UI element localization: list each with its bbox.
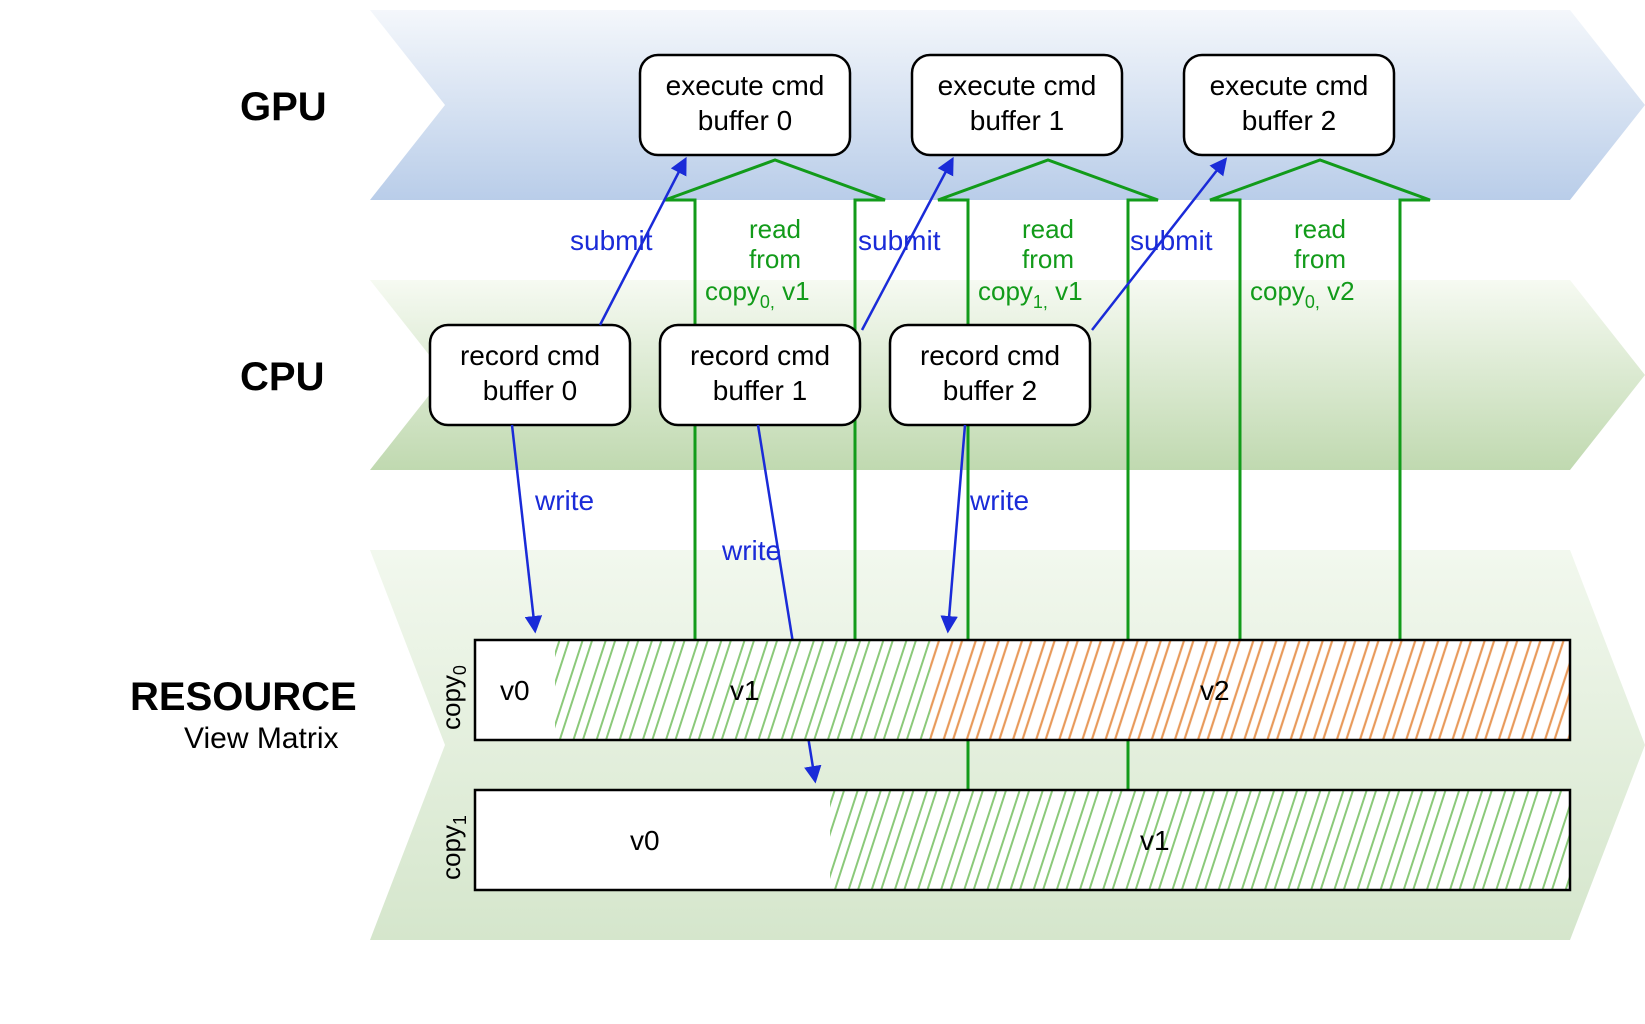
gpu-box-2-l1: execute cmd <box>1210 70 1369 101</box>
copy1-v0: v0 <box>630 825 660 856</box>
copy1-v1: v1 <box>1140 825 1170 856</box>
read2-l1: read <box>1294 214 1346 244</box>
submit-label-2: submit <box>1130 225 1213 256</box>
cpu-box-0: record cmd buffer 0 <box>430 325 630 425</box>
cpu-box-2: record cmd buffer 2 <box>890 325 1090 425</box>
gpu-box-0: execute cmd buffer 0 <box>640 55 850 155</box>
cpu-label: CPU <box>240 355 324 399</box>
cpu-box-1-l2: buffer 1 <box>713 375 807 406</box>
read0-l1: read <box>749 214 801 244</box>
read2-l2: from <box>1294 244 1346 274</box>
read0-l2: from <box>749 244 801 274</box>
gpu-box-1-l1: execute cmd <box>938 70 1097 101</box>
copy0-row: v0 v1 v2 copy0 <box>436 640 1570 740</box>
cpu-box-0-l1: record cmd <box>460 340 600 371</box>
cpu-box-0-l2: buffer 0 <box>483 375 577 406</box>
write-label-2: write <box>969 485 1029 516</box>
cpu-box-2-l1: record cmd <box>920 340 1060 371</box>
copy0-v2: v2 <box>1200 675 1230 706</box>
submit-label-0: submit <box>570 225 653 256</box>
resource-sub-label: View Matrix <box>184 722 338 755</box>
gpu-box-2-l2: buffer 2 <box>1242 105 1336 136</box>
gpu-label: GPU <box>240 85 327 129</box>
read1-l1: read <box>1022 214 1074 244</box>
copy1-row: v0 v1 copy1 <box>436 790 1570 890</box>
cpu-box-1: record cmd buffer 1 <box>660 325 860 425</box>
gpu-box-0-l1: execute cmd <box>666 70 825 101</box>
read1-l2: from <box>1022 244 1074 274</box>
gpu-box-1-l2: buffer 1 <box>970 105 1064 136</box>
copy0-v0: v0 <box>500 675 530 706</box>
copy0-v1: v1 <box>730 675 760 706</box>
resource-label: RESOURCE <box>130 675 357 719</box>
gpu-box-2: execute cmd buffer 2 <box>1184 55 1394 155</box>
write-label-1: write <box>721 535 781 566</box>
write-label-0: write <box>534 485 594 516</box>
cpu-box-1-l1: record cmd <box>690 340 830 371</box>
submit-label-1: submit <box>858 225 941 256</box>
gpu-box-1: execute cmd buffer 1 <box>912 55 1122 155</box>
cpu-box-2-l2: buffer 2 <box>943 375 1037 406</box>
gpu-box-0-l2: buffer 0 <box>698 105 792 136</box>
